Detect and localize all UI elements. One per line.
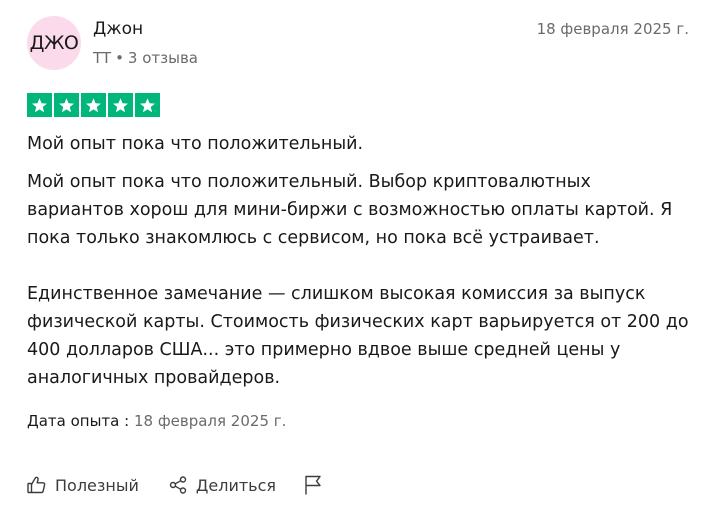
star-icon <box>108 93 133 117</box>
author-reviews-count: 3 отзыва <box>127 49 198 67</box>
thumbs-up-icon <box>27 476 46 494</box>
avatar[interactable]: ДЖО <box>27 16 81 70</box>
review-body: Мой опыт пока что положительный. Выбор к… <box>27 168 692 392</box>
review-date: 18 февраля 2025 г. <box>536 20 689 38</box>
star-icon <box>27 93 52 117</box>
flag-icon <box>304 475 322 495</box>
share-button[interactable]: Делиться <box>169 476 276 495</box>
star-icon <box>54 93 79 117</box>
helpful-label: Полезный <box>55 475 139 495</box>
review-paragraph: Мой опыт пока что положительный. Выбор к… <box>27 172 673 248</box>
experience-label: Дата опыта : <box>27 412 130 430</box>
author-meta: TT • 3 отзыва <box>93 48 198 68</box>
author-country: TT <box>93 49 112 67</box>
review-card: ДЖО Джон TT • 3 отзыва 18 февраля 2025 г. … <box>27 0 692 523</box>
experience-value: 18 февраля 2025 г. <box>133 412 287 430</box>
star-icon <box>135 93 160 117</box>
review-paragraph: Единственное замечание — слишком высокая… <box>27 284 689 388</box>
helpful-button[interactable]: Полезный <box>27 476 139 495</box>
review-title[interactable]: Мой опыт пока что положительный. <box>27 132 363 156</box>
meta-separator: • <box>115 49 124 67</box>
report-button[interactable] <box>304 475 322 495</box>
experience-date: Дата опыта : 18 февраля 2025 г. <box>27 410 286 432</box>
review-actions: Полезный Делиться <box>27 472 322 498</box>
review-header: ДЖО Джон TT • 3 отзыва 18 февраля 2025 г. <box>27 16 692 74</box>
star-rating <box>27 93 160 117</box>
author-name[interactable]: Джон <box>93 18 143 40</box>
share-label: Делиться <box>195 475 277 495</box>
star-icon <box>81 93 106 117</box>
share-icon <box>169 476 187 494</box>
